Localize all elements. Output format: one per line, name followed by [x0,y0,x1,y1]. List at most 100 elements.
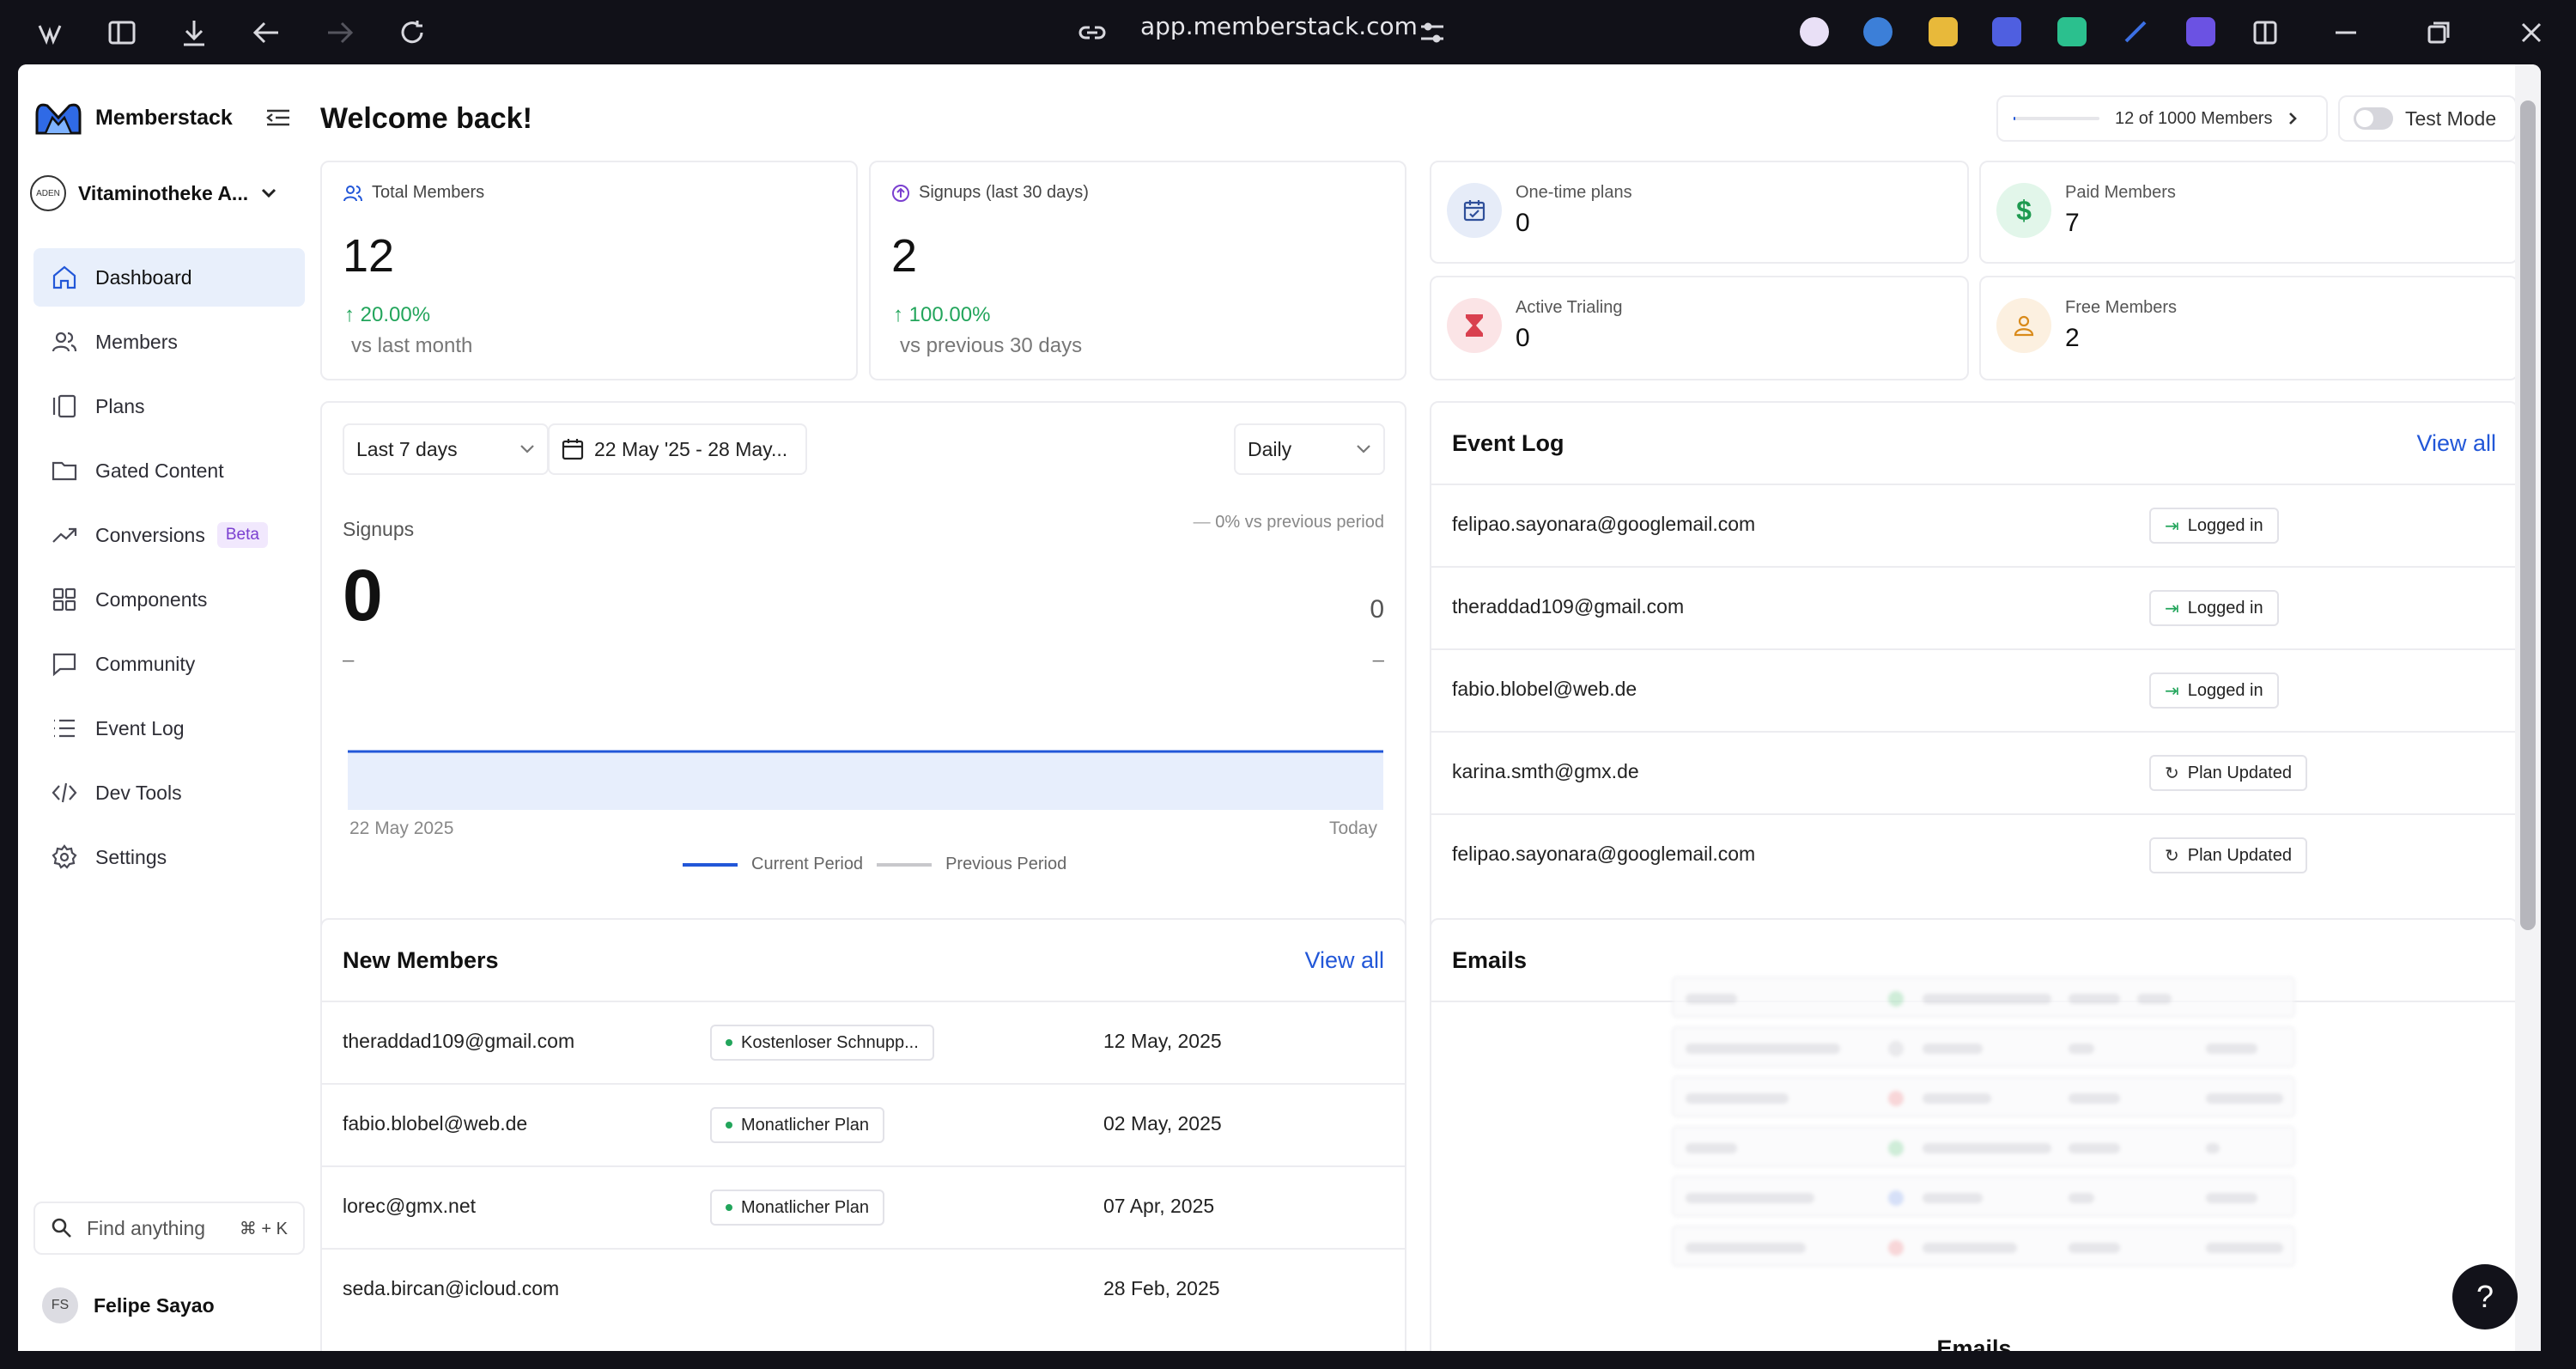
extension-icon[interactable] [1800,17,1829,46]
page-title: Welcome back! [320,102,532,135]
members-usage-button[interactable]: 12 of 1000 Members [1996,95,2328,142]
chevron-down-icon [262,188,276,198]
event-log-view-all-link[interactable]: View all [2416,430,2496,457]
workspace-avatar: ADEN [30,175,66,211]
member-row[interactable]: lorec@gmx.net Monatlicher Plan 07 Apr, 202… [322,1165,1405,1248]
arrow-up-icon: ↑ [893,303,909,326]
forward-icon[interactable] [323,15,357,50]
extension-icon[interactable] [2057,17,2087,46]
address-bar[interactable]: app.memberstack.com [1140,12,1418,40]
toggle-switch[interactable] [2354,107,2393,130]
scrollbar-thumb[interactable] [2520,100,2536,930]
dollar-icon: $ [1996,183,2051,238]
stat-label: Total Members [372,183,485,202]
status-dot [726,1039,732,1046]
member-date: 02 May, 2025 [1103,1112,1222,1135]
one-time-plans-card: One-time plans 0 [1430,161,1969,264]
member-email: seda.bircan@icloud.com [343,1277,560,1299]
legend-previous: Previous Period [945,855,1067,873]
event-email: theraddad109@gmail.com [1452,595,1685,618]
link-icon[interactable] [1075,15,1109,50]
extension-icon[interactable] [1992,17,2021,46]
user-menu[interactable]: FS Felipe Sayao [42,1287,215,1323]
sidebar-item-label: Components [95,587,208,611]
beta-badge: Beta [216,522,268,548]
stat-label: Free Members [2065,298,2178,317]
extension-icon[interactable] [2186,17,2215,46]
download-icon[interactable] [177,15,211,50]
test-mode-toggle[interactable]: Test Mode [2338,95,2517,142]
gear-icon [52,844,77,869]
event-log-row[interactable]: fabio.blobel@web.de ⇥ Logged in [1431,648,2517,731]
back-icon[interactable] [249,15,283,50]
event-log-row[interactable]: theraddad109@gmail.com ⇥ Logged in [1431,566,2517,648]
sidebar-item-conversions[interactable]: Conversions Beta [33,506,305,564]
event-type: Logged in [2187,680,2263,700]
plan-badge: Monatlicher Plan [710,1190,884,1226]
browser-toolbar: app.memberstack.com [0,0,2576,64]
member-email: fabio.blobel@web.de [343,1112,528,1135]
date-range-picker[interactable]: 22 May '25 - 28 May... [548,423,807,475]
search-placeholder: Find anything [87,1216,206,1239]
reload-icon[interactable] [395,15,429,50]
brand-name: Memberstack [95,105,233,130]
sidebar-item-gated-content[interactable]: Gated Content [33,441,305,500]
sidebar: Memberstack ADEN Vitaminotheke A... Dash… [18,64,320,1351]
help-button[interactable]: ? [2452,1264,2518,1329]
close-icon[interactable] [2514,15,2549,50]
browser-logo-icon[interactable] [33,15,67,50]
event-email: fabio.blobel@web.de [1452,678,1637,700]
total-members-card: Total Members 12 ↑ 20.00% vs last month [320,161,858,380]
signups-card: Signups (last 30 days) 2 ↑ 100.00% vs pr… [869,161,1406,380]
split-view-icon[interactable] [2248,15,2282,50]
sidebar-item-dev-tools[interactable]: Dev Tools [33,764,305,822]
code-icon [52,782,77,803]
stat-sub: vs previous 30 days [900,334,1083,357]
event-type: Logged in [2187,515,2263,535]
member-date: 28 Feb, 2025 [1103,1277,1220,1299]
extension-icon[interactable] [1863,17,1893,46]
search-input[interactable]: Find anything ⌘ + K [33,1202,305,1255]
event-email: karina.smth@gmx.de [1452,760,1639,782]
brand[interactable]: Memberstack [33,99,233,137]
plan-badge: Kostenloser Schnupp... [710,1025,934,1061]
minimize-icon[interactable] [2329,15,2363,50]
grid-icon [52,587,76,611]
sidebar-item-settings[interactable]: Settings [33,828,305,886]
members-usage-bar [2014,117,2099,120]
member-row[interactable]: theraddad109@gmail.com Kostenloser Schnup… [322,1001,1405,1083]
sidebar-item-plans[interactable]: Plans [33,377,305,435]
x-axis-end-label: Today [1328,818,1377,838]
site-settings-icon[interactable] [1415,15,1449,50]
sidebar-item-members[interactable]: Members [33,313,305,371]
event-badge: ⇥ Logged in [2149,508,2279,544]
extension-icon[interactable] [1929,17,1958,46]
member-row[interactable]: fabio.blobel@web.de Monatlicher Plan 02 Ma… [322,1083,1405,1165]
interval-select[interactable]: Daily [1234,423,1385,475]
extension-icon[interactable] [2121,17,2150,46]
chevron-down-icon [1357,445,1370,453]
member-row[interactable]: seda.bircan@icloud.com 28 Feb, 2025 [322,1248,1405,1330]
workspace-switcher[interactable]: ADEN Vitaminotheke A... [30,167,313,219]
workspace-name: Vitaminotheke A... [78,181,249,204]
emails-card: Emails Emails [1430,918,2518,1351]
sidebar-item-components[interactable]: Components [33,570,305,629]
new-members-view-all-link[interactable]: View all [1304,947,1384,974]
sidebar-toggle-icon[interactable] [105,15,139,50]
sidebar-item-community[interactable]: Community [33,635,305,693]
event-log-row[interactable]: felipao.sayonara@googlemail.com ↻ Plan Upd… [1431,813,2517,896]
sidebar-item-dashboard[interactable]: Dashboard [33,248,305,307]
event-log-row[interactable]: karina.smth@gmx.de ↻ Plan Updated [1431,731,2517,813]
range-select[interactable]: Last 7 days [343,423,549,475]
page-scrollbar[interactable] [2515,64,2541,1351]
stat-value: 0 [1516,209,1530,237]
previous-dash: – [1372,648,1384,672]
plan-name: Kostenloser Schnupp... [741,1032,919,1052]
sidebar-item-event-log[interactable]: Event Log [33,699,305,758]
sidebar-item-label: Community [95,652,196,675]
collapse-sidebar-icon[interactable] [265,107,291,132]
event-log-row[interactable]: felipao.sayonara@googlemail.com ⇥ Logged i… [1431,484,2517,566]
stat-label: Paid Members [2065,183,2176,202]
member-email: lorec@gmx.net [343,1195,477,1217]
restore-icon[interactable] [2421,15,2456,50]
